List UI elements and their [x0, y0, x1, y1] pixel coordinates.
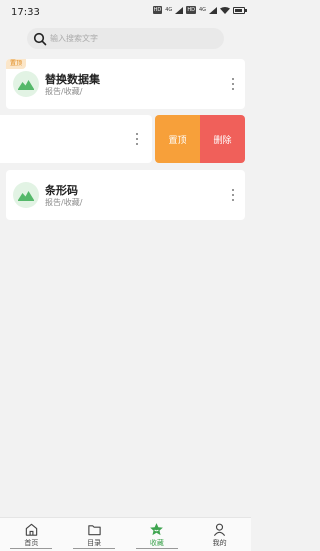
tab-favorites[interactable]: 收藏 — [126, 518, 189, 551]
signal-icon — [209, 6, 217, 14]
search-input[interactable] — [50, 34, 210, 43]
tab-catalog[interactable]: 目录 — [63, 518, 126, 551]
more-options-icon[interactable] — [133, 132, 141, 146]
bottom-tab-bar: 首页 目录 收藏 我的 — [0, 517, 251, 551]
tab-home[interactable]: 首页 — [0, 518, 63, 551]
status-bar: 17:33 HD 4G HD 4G — [0, 0, 251, 24]
list-item[interactable]: 条形码 报告/收藏/ — [6, 170, 245, 220]
signal-label: 4G — [198, 7, 206, 13]
signal-label: 4G — [165, 7, 173, 13]
list-item[interactable]: 置顶 替换数据集 报告/收藏/ — [6, 59, 245, 109]
delete-button[interactable]: 删除 — [200, 115, 245, 163]
search-icon — [33, 32, 47, 45]
hd-badge: HD — [152, 6, 163, 14]
tab-label: 首页 — [24, 539, 39, 547]
signal-icon — [175, 6, 184, 14]
mountain-chart-icon — [18, 80, 34, 90]
battery-icon — [233, 6, 247, 14]
tab-divider — [135, 548, 178, 549]
more-options-icon[interactable] — [229, 188, 237, 202]
list-item[interactable] — [0, 115, 152, 163]
item-path: 报告/收藏/ — [45, 87, 83, 96]
hd-badge: HD — [186, 6, 196, 14]
item-path: 报告/收藏/ — [45, 198, 83, 207]
pinned-badge: 置顶 — [6, 59, 27, 69]
status-time: 17:33 — [11, 7, 40, 18]
item-title: 替换数据集 — [45, 73, 100, 86]
more-options-icon[interactable] — [229, 77, 237, 91]
user-icon — [214, 523, 226, 536]
tab-divider — [73, 548, 116, 549]
chart-thumbnail — [13, 71, 39, 97]
status-icons: HD 4G HD 4G — [152, 6, 247, 14]
star-icon — [150, 523, 164, 536]
mountain-chart-icon — [18, 191, 34, 201]
pin-to-top-button[interactable]: 置顶 — [155, 115, 200, 163]
tab-label: 我的 — [212, 539, 227, 547]
tab-mine[interactable]: 我的 — [188, 518, 251, 551]
item-title: 条形码 — [45, 184, 78, 197]
home-icon — [25, 523, 38, 536]
tab-divider — [10, 548, 53, 549]
wifi-icon — [220, 6, 230, 14]
chart-thumbnail — [13, 182, 39, 208]
folder-icon — [87, 525, 101, 536]
search-bar[interactable] — [27, 28, 224, 49]
tab-label: 收藏 — [149, 539, 164, 547]
tab-label: 目录 — [87, 539, 102, 547]
